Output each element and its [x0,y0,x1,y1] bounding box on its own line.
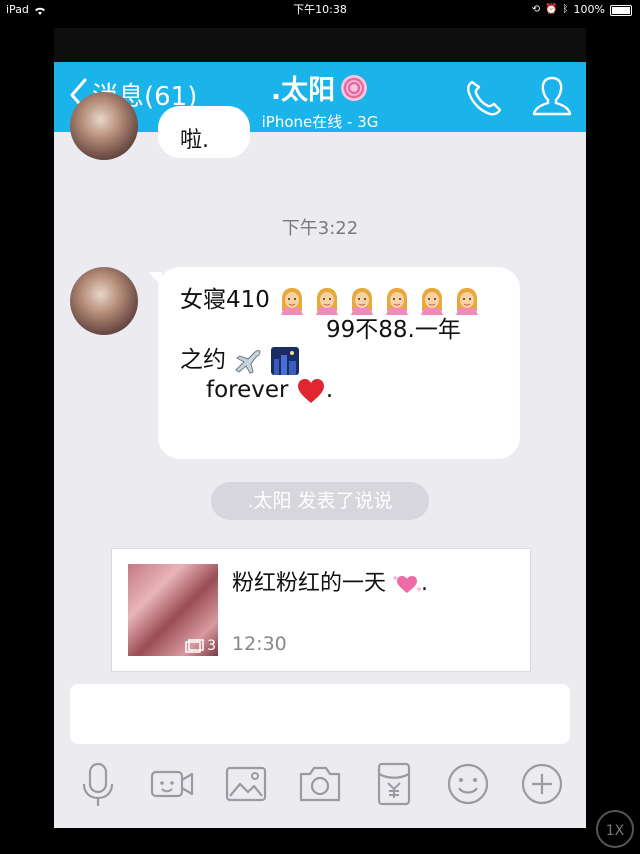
chat-screen: 消息(61) .太阳 iPhone在线 - 3G 啦. 下午3:22 女寝410… [54,62,586,828]
airplane-icon [235,349,261,374]
shuoshuo-notice-text: .太阳 发表了说说 [247,490,393,512]
message-line-2: 99不88.一年 [326,317,461,343]
user-profile-icon[interactable] [530,74,574,120]
contact-name: .太阳 [270,75,336,106]
battery-icon [610,4,632,16]
girl-emoji-icon [455,287,478,315]
message-line-4: forever [206,377,289,403]
message-line-3: 之约 [180,347,226,373]
rotation-lock-icon: ⟲ [531,4,541,15]
message-line-1: 女寝410 [180,287,270,313]
camera-icon[interactable] [296,760,344,808]
zoom-button[interactable]: 1X [596,810,634,848]
battery-percent: 100% [573,3,605,16]
shuoshuo-notice[interactable]: .太阳 发表了说说 [211,482,429,520]
message-input[interactable] [70,684,570,744]
contact-avatar[interactable] [70,267,138,335]
girl-emoji-icon [350,287,373,315]
red-packet-icon[interactable] [370,760,418,808]
image-icon[interactable] [222,760,270,808]
sparkling-heart-icon [392,575,423,593]
photo-count: 3 [185,638,216,654]
phone-call-icon[interactable] [462,76,506,120]
message-timestamp: 下午3:22 [281,218,359,239]
shuoshuo-text-end: . [421,571,429,596]
emoji-icon[interactable] [444,760,492,808]
shuoshuo-text-main: 粉红粉红的一天 [232,571,387,596]
message-line-4-end: . [325,377,334,403]
input-toolbar [54,752,586,828]
contact-avatar-previous[interactable] [70,92,138,160]
photo-count-value: 3 [207,638,216,654]
top-dark-strip [54,28,586,62]
shuoshuo-card[interactable]: 3 粉红粉红的一天 . 12:30 [111,548,531,672]
photo-stack-icon [185,639,204,653]
microphone-icon[interactable] [74,760,122,808]
alarm-icon: ⏰ [545,4,558,15]
previous-message-bubble[interactable]: 啦. [158,106,250,158]
girl-emoji-icon [315,287,338,315]
girl-emoji-icon [385,287,408,315]
city-night-icon [270,346,299,375]
bluetooth-icon: ᛒ [562,4,569,15]
message-content: 女寝410 99不88.一年 之约 forever . [180,285,510,405]
message-bubble[interactable]: 女寝410 99不88.一年 之约 forever . [158,267,520,459]
shuoshuo-text: 粉红粉红的一天 . [232,565,428,597]
shuoshuo-thumbnail: 3 [128,564,218,656]
previous-message-text: 啦. [180,128,209,153]
girl-emoji-icon [420,287,443,315]
lollipop-icon [341,74,368,101]
status-bar: iPad 下午10:38 ⟲ ⏰ ᛒ 100% [0,0,640,20]
red-heart-icon [297,378,324,403]
girl-emoji-icon [280,287,303,315]
plus-icon[interactable] [518,760,566,808]
shuoshuo-time: 12:30 [232,633,287,655]
video-icon[interactable] [148,760,196,808]
